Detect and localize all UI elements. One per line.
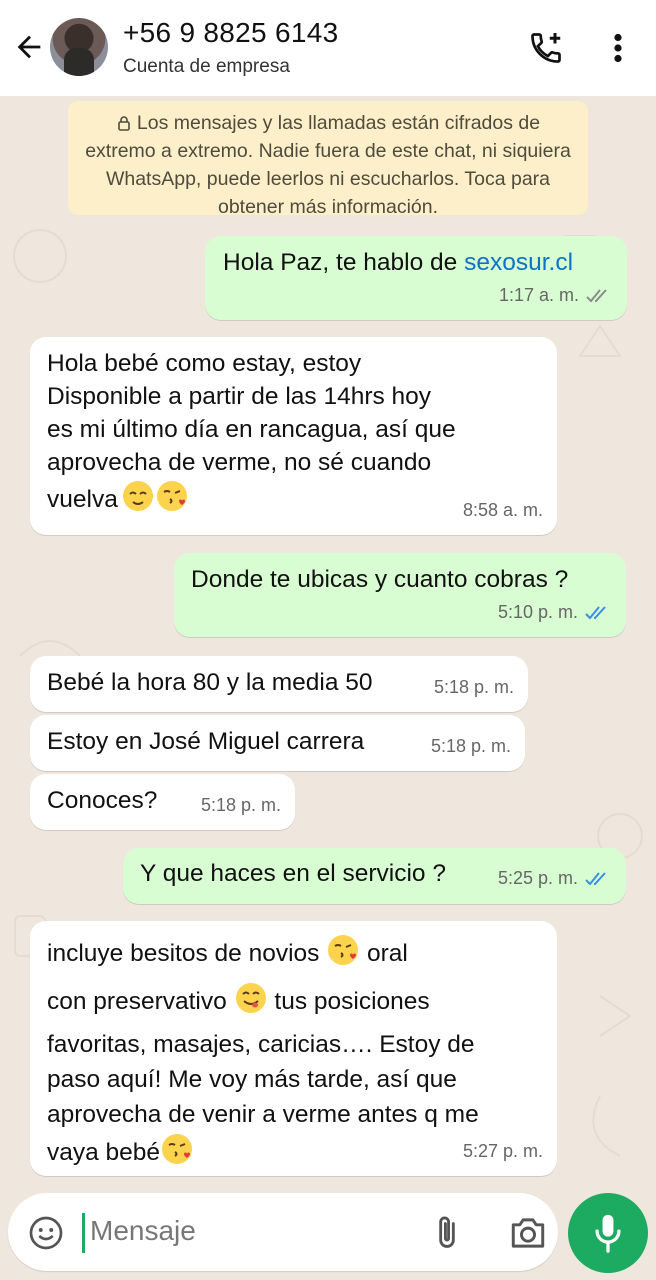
message-time: 5:18 p. m. [430,736,511,756]
face-blowing-kiss-emoji-icon [162,1134,193,1164]
mic-button[interactable] [568,1193,648,1273]
text-caret [82,1213,85,1253]
contact-name[interactable]: +56 9 8825 6143 [123,17,338,49]
message-meta: 5:10 p. m. [498,596,612,629]
message-text: Hola bebé como estay, estoy Disponible a… [47,350,456,513]
contact-subtitle: Cuenta de empresa [123,56,290,77]
message-time: 8:58 a. m. [462,500,543,520]
face-blowing-kiss-emoji-icon [328,935,359,965]
message-bubble-incoming[interactable]: Bebé la hora 80 y la media 50 5:18 p. m. [30,656,528,712]
message-text: incluye besitos de novios oral con prese… [47,933,479,1170]
message-bubble-incoming[interactable]: Conoces? 5:18 p. m. [30,774,295,830]
back-arrow-icon[interactable] [12,30,46,64]
avatar[interactable] [50,18,108,76]
more-vert-icon[interactable] [604,30,632,66]
mic-icon [595,1214,621,1253]
attach-icon[interactable] [428,1213,466,1253]
encryption-notice-text: Los mensajes y las llamadas están cifrad… [85,112,571,218]
camera-icon[interactable] [508,1215,548,1251]
message-text: Estoy en José Miguel carrera [47,728,365,755]
message-text: Donde te ubicas y cuanto cobras ? [191,566,569,593]
message-bubble-incoming[interactable]: Hola bebé como estay, estoy Disponible a… [30,337,557,535]
message-time: 5:18 p. m. [433,677,514,697]
delivered-ticks-icon [586,288,607,302]
message-link[interactable]: sexosur.cl [464,249,573,276]
message-bubble-outgoing[interactable]: Y que haces en el servicio ? 5:25 p. m. [123,848,626,904]
add-call-icon[interactable] [527,30,565,66]
read-ticks-icon [585,871,606,885]
message-text: Bebé la hora 80 y la media 50 [47,669,373,696]
message-text: Conoces? [47,787,158,814]
message-bubble-incoming[interactable]: incluye besitos de novios oral con prese… [30,921,557,1176]
message-time: 5:18 p. m. [200,795,281,815]
message-text: Hola Paz, te hablo de sexosur.cl [223,249,574,276]
message-time: 5:25 p. m. [497,868,578,888]
message-time: 1:17 a. m. [498,285,579,305]
chat-header: +56 9 8825 6143 Cuenta de empresa [0,0,656,96]
face-savoring-food-emoji-icon [235,983,266,1013]
encryption-notice[interactable]: Los mensajes y las llamadas están cifrad… [68,101,588,218]
message-time: 5:10 p. m. [497,602,578,622]
read-ticks-icon [585,605,606,619]
message-text: Y que haces en el servicio ? [140,860,446,887]
message-composer[interactable]: Mensaje [8,1193,558,1271]
relieved-face-emoji-icon [122,481,153,511]
message-meta: 1:17 a. m. [499,279,613,312]
message-bubble-incoming[interactable]: Estoy en José Miguel carrera 5:18 p. m. [30,715,525,771]
message-time: 5:27 p. m. [462,1141,543,1161]
message-bubble-outgoing[interactable]: Donde te ubicas y cuanto cobras ? 5:10 p… [174,553,626,637]
message-bubble-outgoing[interactable]: Hola Paz, te hablo de sexosur.cl 1:17 a.… [205,236,627,320]
face-blowing-kiss-emoji-icon [156,481,187,511]
message-meta: 5:25 p. m. [498,862,612,895]
lock-icon [118,116,130,131]
emoji-icon[interactable] [28,1215,64,1251]
message-input[interactable]: Mensaje [90,1215,196,1247]
